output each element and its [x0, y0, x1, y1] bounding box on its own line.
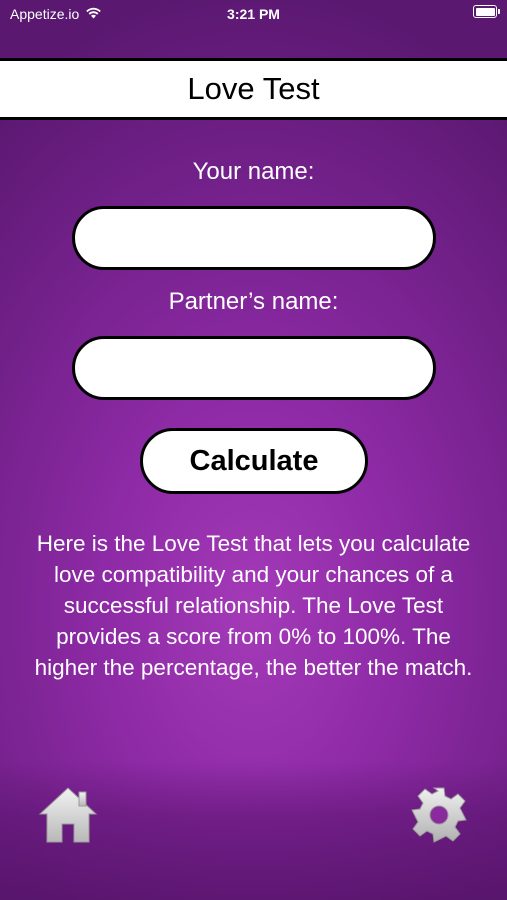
page-title: Love Test — [187, 71, 320, 106]
description-text: Here is the Love Test that lets you calc… — [34, 531, 473, 680]
status-bar: Appetize.io 3:21 PM — [0, 0, 507, 30]
home-icon — [38, 787, 98, 843]
battery-icon — [473, 5, 500, 18]
title-bar: Love Test — [0, 58, 507, 120]
status-right — [473, 5, 500, 18]
partner-name-input[interactable] — [72, 336, 436, 400]
home-button[interactable] — [38, 786, 98, 844]
your-name-label: Your name: — [192, 158, 315, 185]
status-time: 3:21 PM — [227, 6, 280, 22]
calculate-button[interactable]: Calculate — [140, 428, 368, 494]
gear-icon — [411, 787, 467, 843]
your-name-input[interactable] — [72, 206, 436, 270]
settings-button[interactable] — [410, 786, 468, 844]
partner-name-label: Partner’s name: — [168, 288, 339, 315]
